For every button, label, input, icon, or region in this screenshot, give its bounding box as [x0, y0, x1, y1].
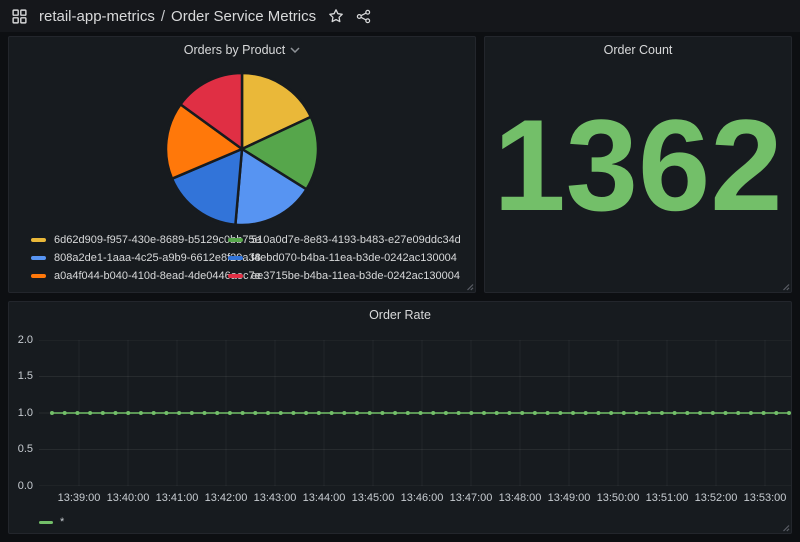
order-rate-plot-area[interactable]	[39, 340, 791, 486]
apps-icon-glyph	[12, 9, 27, 24]
stat-value: 1362	[493, 100, 782, 230]
panel-resize-handle[interactable]	[782, 524, 790, 532]
legend-swatch-icon	[39, 521, 53, 524]
dashboard-row-top: Orders by Product 6d62d909-f957-430e-868…	[8, 36, 792, 293]
x-axis-tick: 13:39:00	[58, 492, 101, 504]
legend-swatch-icon	[228, 274, 243, 278]
panel-order-rate: Order Rate 2.0 1.5 1.0 0.5 0.0 13:39:00 13:40:…	[8, 301, 792, 534]
pie-legend-item[interactable]: a0a4f044-b040-410d-8ead-4de0446aec7e	[31, 270, 228, 282]
x-axis-tick: 13:44:00	[303, 492, 346, 504]
pie-legend-item[interactable]: f4ebd070-b4ba-11ea-b3de-0242ac130004	[228, 252, 469, 264]
panel-title-text: Order Count	[604, 43, 673, 57]
breadcrumb-dashboard-title[interactable]: Order Service Metrics	[171, 8, 316, 25]
top-navigation: retail-app-metrics / Order Service Metri…	[0, 0, 800, 32]
legend-swatch-icon	[31, 256, 46, 260]
dashboard-row-bottom: Order Rate 2.0 1.5 1.0 0.5 0.0 13:39:00 13:40:…	[8, 301, 792, 534]
x-axis-tick: 13:45:00	[352, 492, 395, 504]
breadcrumb: retail-app-metrics / Order Service Metri…	[39, 8, 316, 25]
legend-label: ee3715be-b4ba-11ea-b3de-0242ac130004	[251, 270, 460, 282]
panel-resize-handle[interactable]	[466, 283, 474, 291]
legend-swatch-icon	[31, 238, 46, 242]
star-icon[interactable]	[328, 8, 344, 24]
x-axis-tick: 13:47:00	[450, 492, 493, 504]
panel-title-text: Orders by Product	[184, 43, 285, 57]
breadcrumb-separator: /	[161, 8, 165, 25]
breadcrumb-dashboard-folder[interactable]: retail-app-metrics	[39, 8, 155, 25]
pie-legend-item[interactable]: 6d62d909-f957-430e-8689-b5129c0bb75e	[31, 234, 228, 246]
x-axis-tick: 13:50:00	[597, 492, 640, 504]
x-axis-tick: 13:40:00	[107, 492, 150, 504]
x-axis-tick: 13:46:00	[401, 492, 444, 504]
x-axis-tick: 13:43:00	[254, 492, 297, 504]
pie-legend-item[interactable]: ee3715be-b4ba-11ea-b3de-0242ac130004	[228, 270, 469, 282]
x-axis-tick: 13:48:00	[499, 492, 542, 504]
legend-label: 510a0d7e-8e83-4193-b483-e27e09ddc34d	[251, 234, 461, 246]
x-axis-tick: 13:41:00	[156, 492, 199, 504]
legend-swatch-icon	[31, 274, 46, 278]
legend-label: *	[60, 516, 64, 528]
y-axis-tick: 1.5	[9, 371, 33, 382]
stat-panel-body: 1362	[485, 63, 791, 292]
rate-legend-item[interactable]: *	[39, 516, 64, 528]
panel-orders-by-product: Orders by Product 6d62d909-f957-430e-868…	[8, 36, 476, 293]
y-axis-tick: 0.5	[9, 444, 33, 455]
panel-title-order-rate[interactable]: Order Rate	[9, 302, 791, 328]
chevron-down-icon	[290, 47, 300, 53]
x-axis-tick: 13:52:00	[695, 492, 738, 504]
legend-swatch-icon	[228, 238, 243, 242]
panel-title-orders-by-product[interactable]: Orders by Product	[9, 37, 475, 63]
x-axis-tick: 13:42:00	[205, 492, 248, 504]
panel-order-count: Order Count 1362	[484, 36, 792, 293]
legend-label: f4ebd070-b4ba-11ea-b3de-0242ac130004	[251, 252, 457, 264]
x-axis-tick: 13:49:00	[548, 492, 591, 504]
panel-title-text: Order Rate	[369, 308, 431, 322]
x-axis-tick: 13:53:00	[744, 492, 787, 504]
y-axis-tick: 1.0	[9, 408, 33, 419]
pie-legend: 6d62d909-f957-430e-8689-b5129c0bb75e 510a…	[9, 234, 475, 292]
pie-legend-item[interactable]: 808a2de1-1aaa-4c25-a9b9-6612e8f29a38	[31, 252, 228, 264]
dashboard-grid: Orders by Product 6d62d909-f957-430e-868…	[0, 32, 800, 542]
panel-title-order-count[interactable]: Order Count	[485, 37, 791, 63]
order-rate-chart: 2.0 1.5 1.0 0.5 0.0 13:39:00 13:40:00 13:41:00 1…	[9, 328, 791, 533]
x-axis-tick: 13:51:00	[646, 492, 689, 504]
legend-swatch-icon	[228, 256, 243, 260]
pie-chart[interactable]	[9, 63, 475, 234]
panel-resize-handle[interactable]	[782, 283, 790, 291]
y-axis-tick: 2.0	[9, 335, 33, 346]
dashboards-icon[interactable]	[12, 9, 27, 24]
y-axis-tick: 0.0	[9, 481, 33, 492]
pie-legend-item[interactable]: 510a0d7e-8e83-4193-b483-e27e09ddc34d	[228, 234, 469, 246]
share-icon[interactable]	[356, 9, 371, 24]
